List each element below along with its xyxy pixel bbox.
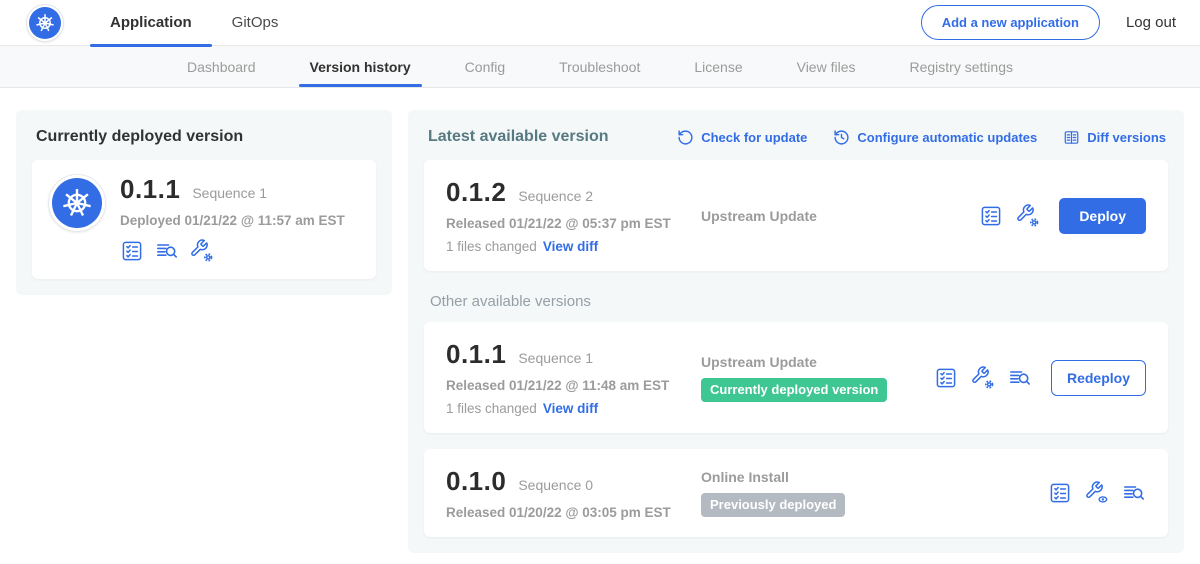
preflight-checklist-icon[interactable] xyxy=(120,239,144,263)
edit-config-icon[interactable] xyxy=(1016,204,1040,228)
tab-gitops[interactable]: GitOps xyxy=(212,0,299,46)
version-number: 0.1.0 xyxy=(446,466,506,497)
check-for-update-label: Check for update xyxy=(701,130,807,145)
sequence-label: Sequence 2 xyxy=(518,188,593,204)
version-row-0-1-1: 0.1.1 Sequence 1 Released 01/21/22 @ 11:… xyxy=(424,322,1168,433)
logout-button[interactable]: Log out xyxy=(1126,14,1176,31)
check-for-update-link[interactable]: Check for update xyxy=(677,129,807,146)
version-source-label: Online Install xyxy=(701,469,1048,485)
sequence-label: Sequence 1 xyxy=(518,350,593,366)
currently-deployed-card: Currently deployed version 0.1.1 Sequenc… xyxy=(16,110,392,295)
app-logo[interactable] xyxy=(26,4,64,42)
kubernetes-app-icon xyxy=(52,178,102,228)
release-notes-icon[interactable] xyxy=(1122,481,1146,505)
version-row-0-1-0: 0.1.0 Sequence 0 Released 01/20/22 @ 03:… xyxy=(424,449,1168,537)
currently-deployed-badge: Currently deployed version xyxy=(701,378,887,402)
released-timestamp: Released 01/20/22 @ 03:05 pm EST xyxy=(446,505,701,520)
subnav-tab-troubleshoot[interactable]: Troubleshoot xyxy=(532,46,667,87)
kubernetes-logo-icon xyxy=(29,7,61,39)
edit-config-icon[interactable] xyxy=(190,239,214,263)
add-application-button[interactable]: Add a new application xyxy=(921,5,1100,40)
app-subnav: Dashboard Version history Config Trouble… xyxy=(0,46,1200,88)
view-config-icon[interactable] xyxy=(1085,481,1109,505)
files-changed-label: 1 files changed xyxy=(446,401,537,416)
preflight-checklist-icon[interactable] xyxy=(979,204,1003,228)
diff-versions-label: Diff versions xyxy=(1087,130,1166,145)
view-diff-link[interactable]: View diff xyxy=(543,239,598,254)
release-notes-icon[interactable] xyxy=(1008,366,1032,390)
edit-config-icon[interactable] xyxy=(971,366,995,390)
files-changed-label: 1 files changed xyxy=(446,239,537,254)
available-versions-panel: Latest available version Check for updat… xyxy=(408,110,1184,553)
tab-application-label: Application xyxy=(110,14,192,31)
configure-automatic-updates-link[interactable]: Configure automatic updates xyxy=(833,129,1037,146)
diff-versions-link[interactable]: Diff versions xyxy=(1063,129,1166,146)
subnav-tab-dashboard[interactable]: Dashboard xyxy=(160,46,283,87)
update-schedule-icon xyxy=(833,129,850,146)
redeploy-button[interactable]: Redeploy xyxy=(1051,360,1146,396)
subnav-label: View files xyxy=(797,59,856,75)
subnav-tab-license[interactable]: License xyxy=(667,46,769,87)
subnav-tab-view-files[interactable]: View files xyxy=(770,46,883,87)
version-row-0-1-2: 0.1.2 Sequence 2 Released 01/21/22 @ 05:… xyxy=(424,160,1168,271)
refresh-icon xyxy=(677,129,694,146)
diff-icon xyxy=(1063,129,1080,146)
view-diff-link[interactable]: View diff xyxy=(543,401,598,416)
sequence-label: Sequence 0 xyxy=(518,477,593,493)
subnav-tab-config[interactable]: Config xyxy=(438,46,532,87)
subnav-label: Config xyxy=(465,59,505,75)
deploy-button[interactable]: Deploy xyxy=(1059,198,1146,234)
configure-automatic-updates-label: Configure automatic updates xyxy=(857,130,1037,145)
subnav-label: Registry settings xyxy=(910,59,1013,75)
subnav-label: Troubleshoot xyxy=(559,59,640,75)
latest-available-title: Latest available version xyxy=(428,128,609,146)
version-history-page: Currently deployed version 0.1.1 Sequenc… xyxy=(0,88,1200,553)
panel-actions: Check for update Configure automatic upd… xyxy=(677,129,1166,146)
top-nav-bar: Application GitOps Add a new application… xyxy=(0,0,1200,46)
deployed-version-number: 0.1.1 xyxy=(120,174,180,205)
subnav-tab-registry-settings[interactable]: Registry settings xyxy=(883,46,1040,87)
deployed-version-info: 0.1.1 Sequence 1 Deployed 01/21/22 @ 11:… xyxy=(120,174,345,263)
tab-application[interactable]: Application xyxy=(90,0,212,46)
subnav-label: License xyxy=(694,59,742,75)
app-icon-ring xyxy=(48,174,106,232)
subnav-label: Version history xyxy=(310,59,411,75)
currently-deployed-title: Currently deployed version xyxy=(36,128,372,146)
deployed-timestamp: Deployed 01/21/22 @ 11:57 am EST xyxy=(120,213,345,228)
released-timestamp: Released 01/21/22 @ 05:37 pm EST xyxy=(446,216,701,231)
tab-gitops-label: GitOps xyxy=(232,14,279,31)
previously-deployed-badge: Previously deployed xyxy=(701,493,845,517)
released-timestamp: Released 01/21/22 @ 11:48 am EST xyxy=(446,378,701,393)
version-source-label: Upstream Update xyxy=(701,354,934,370)
deployed-version-card: 0.1.1 Sequence 1 Deployed 01/21/22 @ 11:… xyxy=(32,160,376,279)
version-source-label: Upstream Update xyxy=(701,208,979,224)
other-available-versions-title: Other available versions xyxy=(430,293,1164,310)
version-number: 0.1.2 xyxy=(446,177,506,208)
subnav-label: Dashboard xyxy=(187,59,256,75)
preflight-checklist-icon[interactable] xyxy=(934,366,958,390)
preflight-checklist-icon[interactable] xyxy=(1048,481,1072,505)
release-notes-icon[interactable] xyxy=(155,239,179,263)
deployed-sequence-label: Sequence 1 xyxy=(192,185,267,201)
subnav-tab-version-history[interactable]: Version history xyxy=(283,46,438,87)
version-number: 0.1.1 xyxy=(446,339,506,370)
